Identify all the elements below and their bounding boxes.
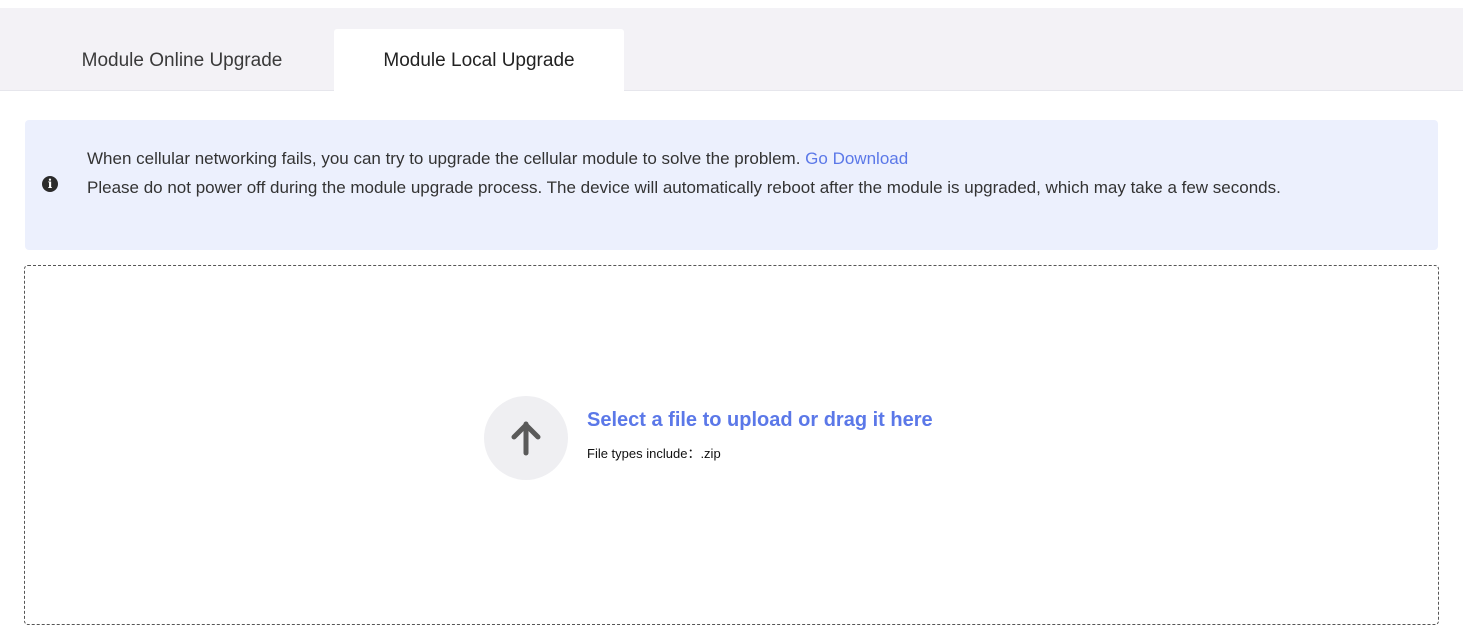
top-strip: [0, 0, 1463, 8]
tab-bar: Module Online Upgrade Module Local Upgra…: [0, 8, 1463, 92]
arrow-up-icon: [511, 421, 541, 456]
info-icon: i: [42, 176, 58, 192]
upload-title[interactable]: Select a file to upload or drag it here: [587, 409, 933, 432]
tab-label: Module Local Upgrade: [383, 49, 575, 71]
notice-box: i When cellular networking fails, you ca…: [25, 120, 1438, 250]
upload-file-types: File types include：.zip: [587, 446, 721, 461]
upload-dropzone[interactable]: Select a file to upload or drag it here …: [24, 265, 1439, 625]
notice-line-1: When cellular networking fails, you can …: [87, 149, 801, 168]
notice-line-2: Please do not power off during the modul…: [87, 178, 1281, 197]
notice-text: When cellular networking fails, you can …: [87, 144, 1417, 202]
tab-module-online-upgrade[interactable]: Module Online Upgrade: [40, 29, 324, 92]
upload-button[interactable]: [484, 396, 568, 480]
tab-module-local-upgrade[interactable]: Module Local Upgrade: [334, 29, 624, 92]
go-download-link[interactable]: Go Download: [805, 149, 908, 168]
tab-label: Module Online Upgrade: [81, 49, 283, 71]
